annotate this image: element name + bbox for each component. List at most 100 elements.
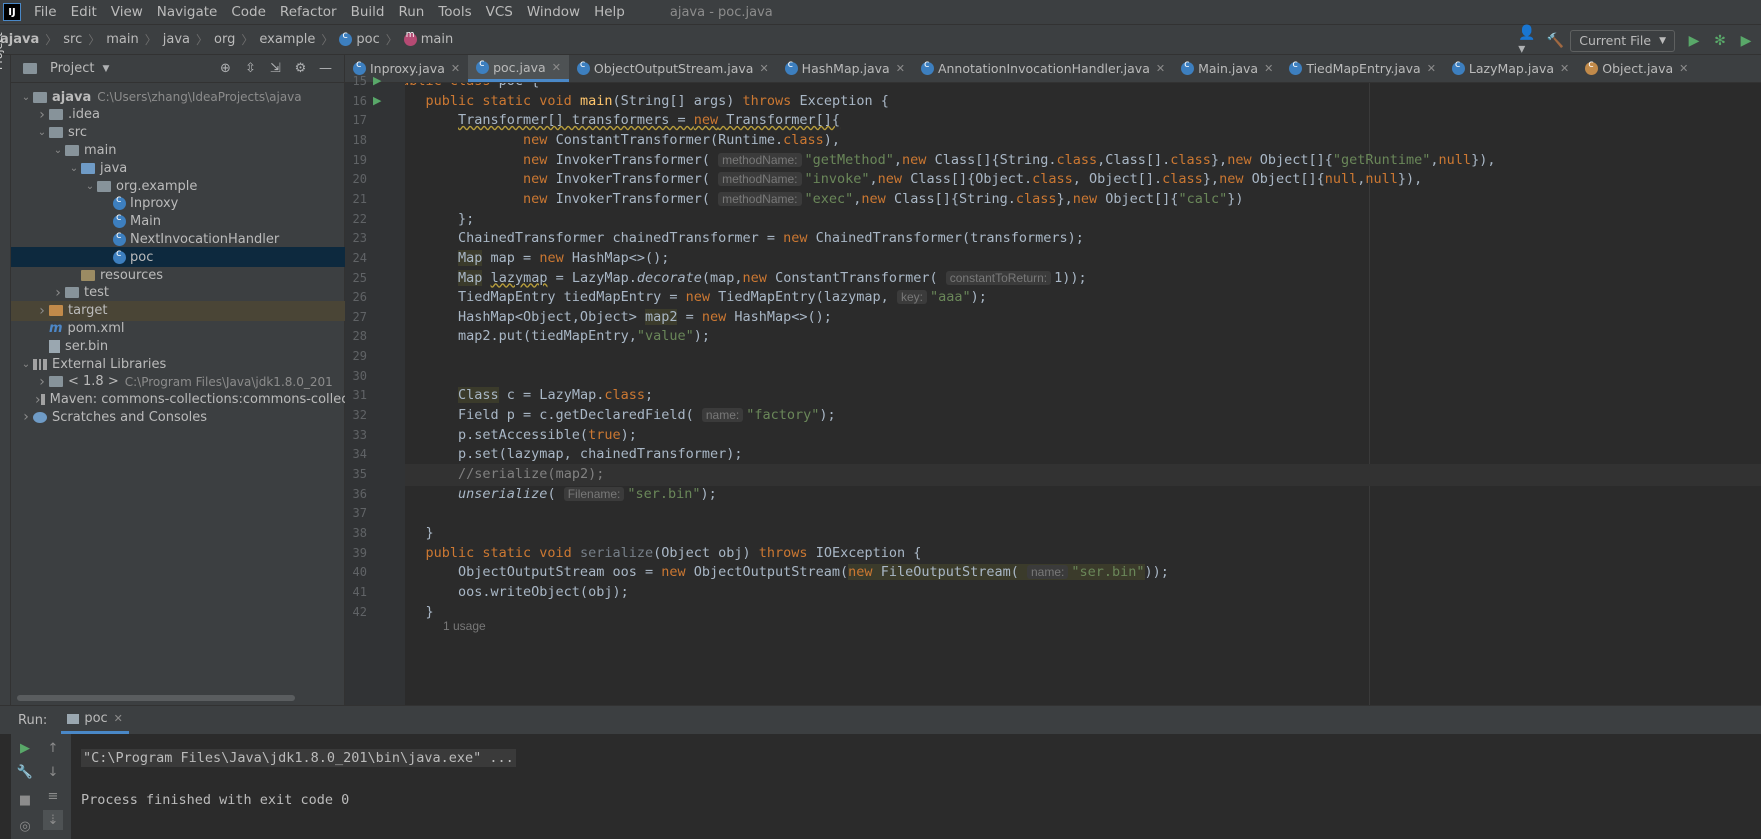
collapse-all-icon[interactable]: ⇲ [263,61,288,76]
menu-view[interactable]: View [104,0,150,24]
close-icon[interactable]: ✕ [451,62,460,75]
editor-tab[interactable]: Main.java ✕ [1173,55,1281,82]
line-number: 15 [352,74,367,88]
wrench-icon[interactable]: 🔧 [15,762,35,782]
soft-wrap-icon[interactable]: ≡ [43,786,63,806]
editor-tab[interactable]: Object.java ✕ [1577,55,1696,82]
tree-item-label: main [84,142,117,158]
menu-window[interactable]: Window [520,0,587,24]
chevron-right-icon[interactable]: › [19,409,33,425]
close-icon[interactable]: ✕ [1679,62,1688,75]
editor-tab[interactable]: TiedMapEntry.java ✕ [1281,55,1444,82]
run-config-select[interactable]: Current File ▼ [1570,29,1675,52]
chevron-right-icon[interactable]: › [35,303,49,319]
chevron-down-icon[interactable]: ⌄ [83,181,97,192]
close-icon[interactable]: ✕ [896,62,905,75]
line-number: 24 [352,250,367,265]
run-tab-poc[interactable]: poc ✕ [61,706,129,734]
run-coverage-icon[interactable]: ▶ [1735,30,1757,52]
rerun-icon[interactable]: ▶ [15,738,35,758]
run-icon[interactable]: ▶ [1683,30,1705,52]
breadcrumb-item[interactable]: src [63,32,82,47]
chevron-right-icon[interactable]: › [35,374,49,390]
chevron-right-icon[interactable]: › [35,107,49,123]
editor-tab[interactable]: LazyMap.java ✕ [1444,55,1577,82]
console-line: "C:\Program Files\Java\jdk1.8.0_201\bin\… [81,749,516,767]
menu-vcs[interactable]: VCS [479,0,520,24]
run-gutter-icon[interactable]: ▶ [373,94,381,107]
menu-tools[interactable]: Tools [431,0,478,24]
editor-tabs: Inproxy.java✕poc.java✕ObjectOutputStream… [345,55,1761,83]
breadcrumb-item[interactable]: main [403,30,453,47]
hide-icon[interactable]: — [313,61,338,76]
stop-icon[interactable]: ■ [15,790,35,810]
line-number: 22 [352,211,367,226]
chevron-down-icon[interactable]: ⌄ [51,145,65,156]
chevron-down-icon[interactable]: ⌄ [19,92,33,103]
run-config-label: Current File [1579,33,1652,48]
menu-refactor[interactable]: Refactor [273,0,344,24]
menu-edit[interactable]: Edit [64,0,104,24]
breadcrumb-item[interactable]: main [106,32,138,47]
tree-item-label: Maven: commons-collections:commons-colle… [49,392,345,408]
scroll-to-end-icon[interactable]: ⇣ [43,810,63,830]
editor-tab[interactable]: HashMap.java ✕ [777,55,913,82]
project-tool-window-label[interactable]: Project [0,32,5,70]
chevron-down-icon[interactable]: ⌄ [67,163,81,174]
line-number: 26 [352,290,367,305]
intellij-logo-icon: IJ [3,3,21,21]
camera-icon[interactable]: ◎ [15,816,35,836]
expand-all-icon[interactable]: ⇳ [238,61,263,76]
user-icon[interactable]: 👤▾ [1518,25,1540,57]
close-icon[interactable]: ✕ [1560,62,1569,75]
editor-tab[interactable]: ObjectOutputStream.java ✕ [569,55,777,82]
run-toolbar: ▶ ↑ 🔧 ↓ ■ ≡ ⇣ ◎ [11,734,71,839]
editor-tab[interactable]: poc.java ✕ [468,55,569,82]
menu-help[interactable]: Help [587,0,632,24]
menu-code[interactable]: Code [224,0,273,24]
close-icon[interactable]: ✕ [1427,62,1436,75]
menu-run[interactable]: Run [391,0,431,24]
tree-item[interactable]: › Scratches and Consoles [11,407,345,427]
breadcrumb-item[interactable]: poc [339,30,380,47]
breadcrumb-label: poc [356,32,380,47]
close-icon[interactable]: ✕ [1264,62,1273,75]
close-icon[interactable]: ✕ [759,62,768,75]
chevron-down-icon[interactable]: ⌄ [35,127,49,138]
package-icon [97,180,111,192]
breadcrumb-item[interactable]: org [214,32,235,47]
breadcrumb-item[interactable]: java [163,32,190,47]
tree-item-label: NextInvocationHandler [130,231,280,247]
editor-tab[interactable]: AnnotationInvocationHandler.java ✕ [913,55,1173,82]
tree-item-label: Scratches and Consoles [52,409,208,425]
breadcrumb-item[interactable]: ajava [0,32,39,47]
line-number: 40 [352,565,367,580]
run-gutter-icon[interactable]: ▶ [373,74,381,87]
gear-icon[interactable]: ⚙ [288,61,313,76]
locate-icon[interactable]: ⊕ [213,61,238,76]
menu-navigate[interactable]: Navigate [150,0,225,24]
horizontal-scrollbar[interactable] [17,695,295,701]
menu-build[interactable]: Build [344,0,392,24]
line-number: 33 [352,427,367,442]
class-icon [476,58,490,74]
folder-icon [65,144,79,156]
library-icon [40,394,45,406]
debug-icon[interactable]: ✻ [1709,30,1731,52]
project-panel-title[interactable]: Project [50,61,94,76]
close-icon[interactable]: ✕ [1156,62,1165,75]
breadcrumb-item[interactable]: example [259,32,315,47]
chevron-down-icon[interactable]: ▼ [102,64,109,74]
chevron-right-icon[interactable]: › [51,285,65,301]
toolbar-right: 👤▾ 🔨 Current File ▼ ▶ ✻ ▶ [1518,25,1761,57]
chevron-down-icon[interactable]: ⌄ [19,359,33,370]
down-arrow-icon[interactable]: ↓ [43,762,63,782]
close-icon[interactable]: ✕ [552,61,561,74]
up-arrow-icon[interactable]: ↑ [43,738,63,758]
build-hammer-icon[interactable]: 🔨 [1544,30,1566,52]
code-editor[interactable]: public class poc { public static void ma… [405,83,1761,705]
close-icon[interactable]: ✕ [114,712,123,725]
menu-file[interactable]: File [27,0,64,24]
editor-tab-label: Main.java [1198,61,1259,76]
usage-hint[interactable]: 1 usage [443,619,486,633]
